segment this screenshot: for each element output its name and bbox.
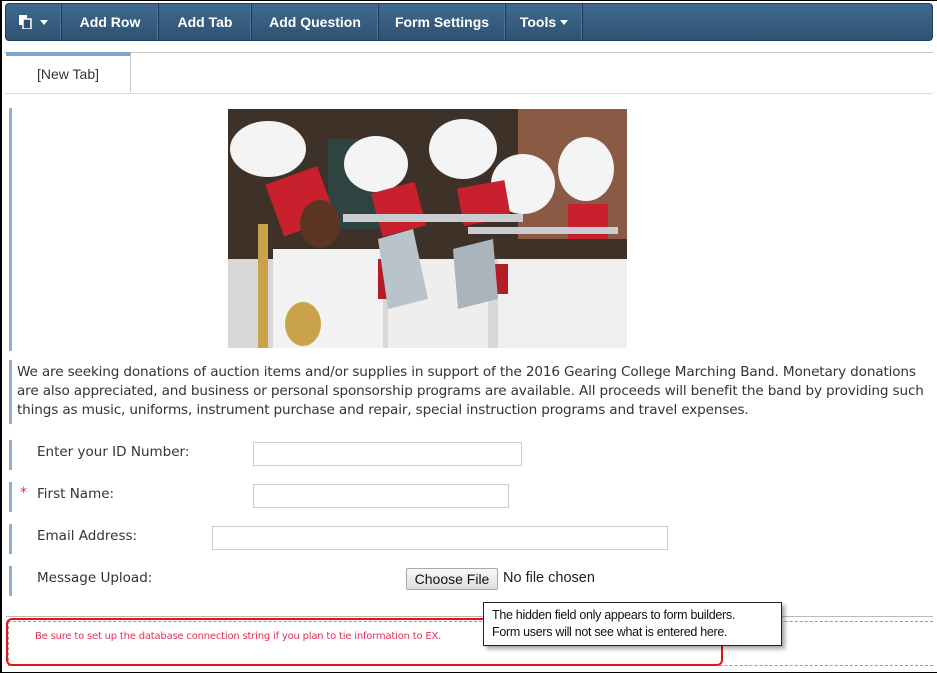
row-indicator: [9, 360, 12, 424]
add-tab-button[interactable]: Add Tab: [159, 4, 252, 40]
row-indicator: [9, 482, 12, 512]
email-address-label: Email Address:: [37, 528, 138, 544]
add-question-button[interactable]: Add Question: [252, 4, 379, 40]
chevron-down-icon: [560, 19, 569, 25]
divider: [6, 616, 933, 617]
callout-line-1: The hidden field only appears to form bu…: [492, 608, 735, 622]
annotation-callout: The hidden field only appears to form bu…: [483, 602, 782, 646]
marching-band-photo: [228, 109, 627, 348]
id-number-label: Enter your ID Number:: [37, 444, 190, 460]
file-status-text: No file chosen: [503, 570, 595, 586]
first-name-input[interactable]: [253, 484, 509, 508]
required-marker: *: [20, 485, 27, 501]
toolbar: Add Row Add Tab Add Question Form Settin…: [5, 3, 933, 41]
form-settings-button[interactable]: Form Settings: [379, 4, 506, 40]
choose-file-button[interactable]: Choose File: [406, 568, 498, 590]
tab-strip: [New Tab]: [4, 52, 933, 94]
tab-new-tab[interactable]: [New Tab]: [6, 52, 131, 92]
add-row-button[interactable]: Add Row: [62, 4, 159, 40]
email-address-input[interactable]: [212, 526, 668, 550]
page-menu-button[interactable]: [6, 4, 62, 40]
id-number-input[interactable]: [253, 442, 522, 466]
intro-text: We are seeking donations of auction item…: [17, 364, 924, 418]
tools-label: Tools: [519, 14, 557, 30]
tools-menu-button[interactable]: Tools: [506, 4, 583, 40]
first-name-label: First Name:: [37, 486, 115, 502]
row-indicator: [9, 440, 12, 470]
banner-image: [228, 109, 627, 348]
message-upload-label: Message Upload:: [37, 570, 153, 586]
row-indicator: [9, 108, 12, 351]
row-indicator: [9, 566, 12, 596]
row-indicator: [9, 524, 12, 554]
chevron-down-icon: [40, 19, 48, 25]
callout-line-2: Form users will not see what is entered …: [492, 625, 728, 639]
paste-page-icon: [19, 15, 32, 29]
